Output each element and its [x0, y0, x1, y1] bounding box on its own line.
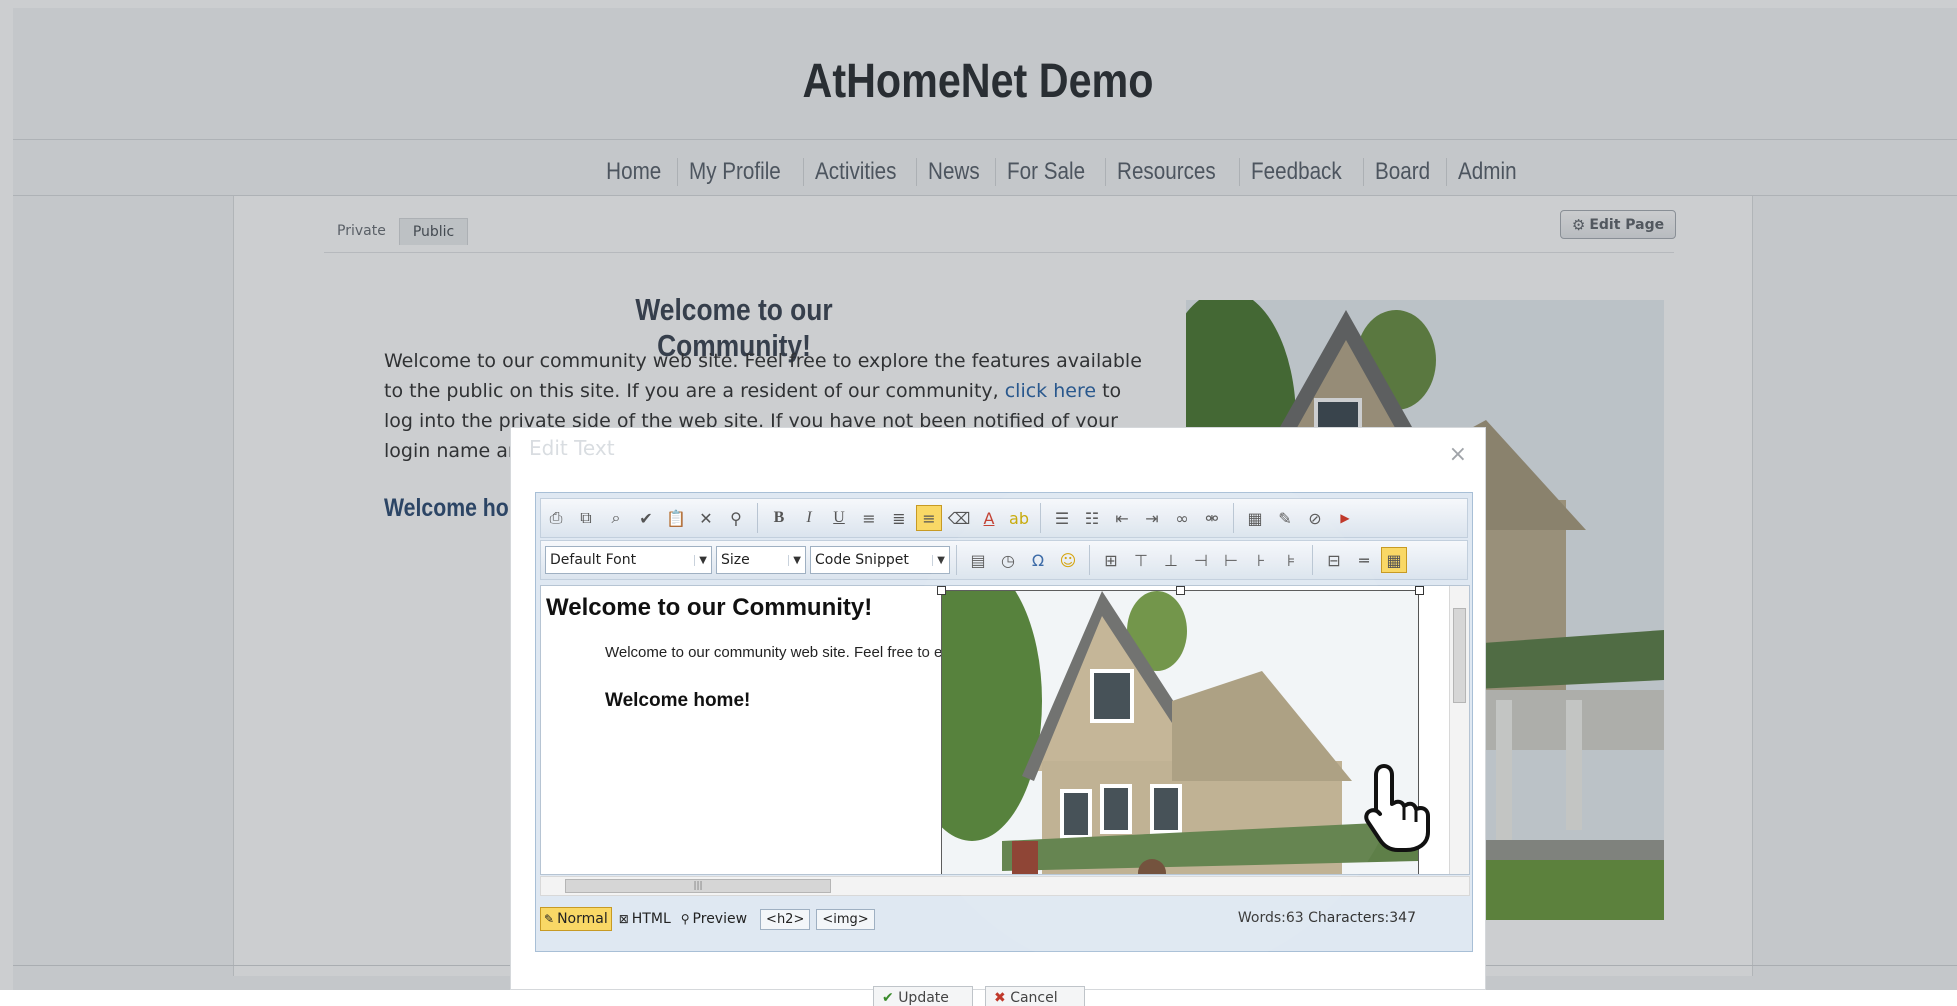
insert-col-right-icon[interactable]: ⊦ — [1248, 547, 1274, 573]
flash-icon[interactable]: ⊘ — [1302, 505, 1328, 531]
horizontal-scroll-thumb[interactable]: ||| — [565, 879, 831, 893]
resize-handle[interactable] — [1415, 586, 1424, 595]
calendar-icon[interactable]: ▤ — [965, 547, 991, 573]
tag-img-button[interactable]: <img> — [816, 908, 875, 930]
numbered-list-icon[interactable]: ☰ — [1049, 505, 1075, 531]
edit-text-dialog: Edit Text × ⎙ ⧉ ⌕ ✔ 📋 ✕ ⚲ B I U ≡ ≣ ≡ ⌫ … — [510, 427, 1486, 1006]
insert-table-icon[interactable]: ⊞ — [1098, 547, 1124, 573]
clock-icon[interactable]: ◷ — [995, 547, 1021, 573]
mode-preview-button[interactable]: ⚲ Preview — [678, 907, 750, 931]
font-color-icon[interactable]: A — [976, 505, 1002, 531]
dialog-title: Edit Text — [529, 436, 615, 460]
copy-icon[interactable]: ⧉ — [573, 505, 599, 531]
insert-row-above-icon[interactable]: ⊤ — [1128, 547, 1154, 573]
design-mode-icon: ✎ — [544, 912, 555, 926]
delete-icon[interactable]: ✕ — [693, 505, 719, 531]
toolbar-separator — [1233, 503, 1234, 533]
format-painter-icon[interactable]: ⚲ — [723, 505, 749, 531]
tag-h2-button[interactable]: <h2> — [760, 908, 811, 930]
font-select[interactable]: Default Font ▼ — [545, 546, 712, 574]
chevron-down-icon: ▼ — [932, 554, 945, 566]
mode-normal-button[interactable]: ✎ Normal — [540, 907, 612, 931]
toolbar-row-1: ⎙ ⧉ ⌕ ✔ 📋 ✕ ⚲ B I U ≡ ≣ ≡ ⌫ A ab ☰ ☷ ⇤ ⇥… — [540, 498, 1468, 538]
toolbar-row-2: Default Font ▼ Size ▼ Code Snippet ▼ ▤ ◷… — [540, 540, 1468, 580]
bold-icon[interactable]: B — [766, 505, 792, 531]
delete-col-icon[interactable]: ⊧ — [1278, 547, 1304, 573]
spellcheck-icon[interactable]: ✔ — [633, 505, 659, 531]
toolbar-separator — [1089, 545, 1090, 575]
toolbar-separator — [956, 545, 957, 575]
delete-row-icon[interactable]: ⊣ — [1188, 547, 1214, 573]
print-icon[interactable]: ⎙ — [543, 505, 569, 531]
mode-html-button[interactable]: ⊠ HTML — [616, 907, 674, 931]
cancel-label: Cancel — [1010, 990, 1058, 1006]
mode-preview-label: Preview — [692, 911, 748, 927]
align-center-icon[interactable]: ≣ — [886, 505, 912, 531]
font-select-value: Default Font — [550, 552, 637, 568]
indent-icon[interactable]: ⇥ — [1139, 505, 1165, 531]
magnifier-icon: ⚲ — [680, 912, 690, 926]
horizontal-rule-icon[interactable]: ═ — [1351, 547, 1377, 573]
italic-icon[interactable]: I — [796, 505, 822, 531]
highlight-icon[interactable]: ab — [1006, 505, 1032, 531]
insert-row-below-icon[interactable]: ⊥ — [1158, 547, 1184, 573]
code-snippet-select[interactable]: Code Snippet ▼ — [810, 546, 950, 574]
outdent-icon[interactable]: ⇤ — [1109, 505, 1135, 531]
hand-pointer-icon — [1364, 764, 1430, 852]
toolbar-separator — [1040, 503, 1041, 533]
cancel-icon: ✖ — [994, 990, 1006, 1006]
rich-text-editor: ⎙ ⧉ ⌕ ✔ 📋 ✕ ⚲ B I U ≡ ≣ ≡ ⌫ A ab ☰ ☷ ⇤ ⇥… — [535, 492, 1473, 952]
link-icon[interactable]: ∞ — [1169, 505, 1195, 531]
align-left-icon[interactable]: ≡ — [856, 505, 882, 531]
resize-handle[interactable] — [1176, 586, 1185, 595]
chevron-down-icon: ▼ — [788, 554, 801, 566]
resize-handle[interactable] — [937, 586, 946, 595]
underline-icon[interactable]: U — [826, 505, 852, 531]
unlink-icon[interactable]: ⚮ — [1199, 505, 1225, 531]
vertical-scrollbar[interactable] — [1449, 586, 1469, 874]
chevron-down-icon: ▼ — [694, 554, 707, 566]
dialog-buttons: ✔ Update ✖ Cancel — [873, 986, 1085, 1006]
align-right-icon[interactable]: ≡ — [916, 505, 942, 531]
toolbar-separator — [1312, 545, 1313, 575]
paste-icon[interactable]: 📋 — [663, 505, 689, 531]
insert-col-left-icon[interactable]: ⊢ — [1218, 547, 1244, 573]
selected-house-image[interactable] — [941, 590, 1419, 874]
check-icon: ✔ — [882, 990, 894, 1006]
word-character-count: Words:63 Characters:347 — [1237, 910, 1416, 926]
close-icon[interactable]: × — [1449, 442, 1467, 467]
youtube-icon[interactable]: ▶ — [1332, 505, 1358, 531]
special-char-icon[interactable]: Ω — [1025, 547, 1051, 573]
mode-html-label: HTML — [631, 911, 671, 927]
table-props-icon[interactable]: ⊟ — [1321, 547, 1347, 573]
show-borders-icon[interactable]: ▦ — [1381, 547, 1407, 573]
horizontal-scrollbar[interactable]: ||| — [540, 876, 1470, 896]
html-mode-icon: ⊠ — [618, 912, 629, 926]
toolbar-separator — [757, 503, 758, 533]
mode-normal-label: Normal — [557, 911, 608, 927]
bullet-list-icon[interactable]: ☷ — [1079, 505, 1105, 531]
update-button[interactable]: ✔ Update — [873, 986, 973, 1006]
cancel-button[interactable]: ✖ Cancel — [985, 986, 1085, 1006]
code-snippet-value: Code Snippet — [815, 552, 909, 568]
smiley-icon[interactable]: ☺ — [1055, 547, 1081, 573]
edit-image-icon[interactable]: ✎ — [1272, 505, 1298, 531]
size-select[interactable]: Size ▼ — [716, 546, 806, 574]
editor-status-bar: ✎ Normal ⊠ HTML ⚲ Preview <h2> <img> Wor… — [540, 900, 1470, 938]
image-icon[interactable]: ▦ — [1242, 505, 1268, 531]
update-label: Update — [898, 990, 949, 1006]
size-select-value: Size — [721, 552, 750, 568]
vertical-scroll-thumb[interactable] — [1453, 608, 1466, 703]
editor-content-area[interactable]: Welcome to our Community! Welcome to our… — [540, 585, 1470, 875]
eraser-icon[interactable]: ⌫ — [946, 505, 972, 531]
find-icon[interactable]: ⌕ — [603, 505, 629, 531]
editor-subheading: Welcome home! — [605, 690, 751, 711]
editor-heading: Welcome to our Community! — [546, 594, 873, 621]
